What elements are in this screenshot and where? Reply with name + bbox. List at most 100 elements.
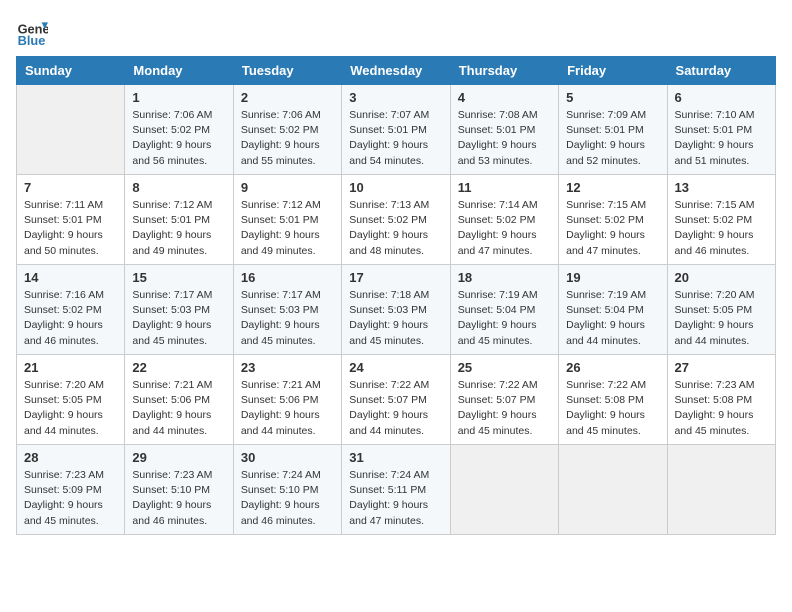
day-cell: 9 Sunrise: 7:12 AMSunset: 5:01 PMDaylight… — [233, 175, 341, 265]
day-number: 5 — [566, 90, 659, 105]
day-number: 9 — [241, 180, 334, 195]
weekday-header-sunday: Sunday — [17, 57, 125, 85]
day-detail: Sunrise: 7:22 AMSunset: 5:07 PMDaylight:… — [458, 378, 551, 439]
day-cell — [667, 445, 775, 535]
day-cell: 6 Sunrise: 7:10 AMSunset: 5:01 PMDaylight… — [667, 85, 775, 175]
weekday-header-friday: Friday — [559, 57, 667, 85]
svg-text:Blue: Blue — [18, 33, 46, 48]
day-cell — [17, 85, 125, 175]
logo: General Blue — [16, 16, 52, 48]
day-number: 10 — [349, 180, 442, 195]
week-row-2: 7 Sunrise: 7:11 AMSunset: 5:01 PMDaylight… — [17, 175, 776, 265]
day-detail: Sunrise: 7:16 AMSunset: 5:02 PMDaylight:… — [24, 288, 117, 349]
day-number: 23 — [241, 360, 334, 375]
day-cell — [450, 445, 558, 535]
day-detail: Sunrise: 7:15 AMSunset: 5:02 PMDaylight:… — [675, 198, 768, 259]
day-number: 18 — [458, 270, 551, 285]
day-number: 15 — [132, 270, 225, 285]
day-number: 13 — [675, 180, 768, 195]
day-detail: Sunrise: 7:13 AMSunset: 5:02 PMDaylight:… — [349, 198, 442, 259]
day-number: 20 — [675, 270, 768, 285]
day-cell: 3 Sunrise: 7:07 AMSunset: 5:01 PMDaylight… — [342, 85, 450, 175]
calendar-table: SundayMondayTuesdayWednesdayThursdayFrid… — [16, 56, 776, 535]
day-detail: Sunrise: 7:10 AMSunset: 5:01 PMDaylight:… — [675, 108, 768, 169]
day-number: 14 — [24, 270, 117, 285]
day-cell: 5 Sunrise: 7:09 AMSunset: 5:01 PMDaylight… — [559, 85, 667, 175]
day-number: 16 — [241, 270, 334, 285]
week-row-1: 1 Sunrise: 7:06 AMSunset: 5:02 PMDaylight… — [17, 85, 776, 175]
day-detail: Sunrise: 7:19 AMSunset: 5:04 PMDaylight:… — [566, 288, 659, 349]
day-detail: Sunrise: 7:12 AMSunset: 5:01 PMDaylight:… — [132, 198, 225, 259]
day-number: 8 — [132, 180, 225, 195]
day-cell: 11 Sunrise: 7:14 AMSunset: 5:02 PMDayligh… — [450, 175, 558, 265]
day-cell: 16 Sunrise: 7:17 AMSunset: 5:03 PMDayligh… — [233, 265, 341, 355]
day-detail: Sunrise: 7:12 AMSunset: 5:01 PMDaylight:… — [241, 198, 334, 259]
day-detail: Sunrise: 7:11 AMSunset: 5:01 PMDaylight:… — [24, 198, 117, 259]
calendar-header: SundayMondayTuesdayWednesdayThursdayFrid… — [17, 57, 776, 85]
day-number: 19 — [566, 270, 659, 285]
day-number: 7 — [24, 180, 117, 195]
week-row-5: 28 Sunrise: 7:23 AMSunset: 5:09 PMDayligh… — [17, 445, 776, 535]
day-detail: Sunrise: 7:19 AMSunset: 5:04 PMDaylight:… — [458, 288, 551, 349]
day-number: 6 — [675, 90, 768, 105]
day-number: 31 — [349, 450, 442, 465]
day-number: 26 — [566, 360, 659, 375]
logo-icon: General Blue — [16, 16, 48, 48]
day-number: 30 — [241, 450, 334, 465]
day-number: 27 — [675, 360, 768, 375]
day-number: 28 — [24, 450, 117, 465]
day-cell: 1 Sunrise: 7:06 AMSunset: 5:02 PMDaylight… — [125, 85, 233, 175]
day-detail: Sunrise: 7:08 AMSunset: 5:01 PMDaylight:… — [458, 108, 551, 169]
day-detail: Sunrise: 7:15 AMSunset: 5:02 PMDaylight:… — [566, 198, 659, 259]
day-number: 2 — [241, 90, 334, 105]
day-cell: 24Sunrise: 7:22 AMSunset: 5:07 PMDayligh… — [342, 355, 450, 445]
day-detail: Sunrise: 7:06 AMSunset: 5:02 PMDaylight:… — [241, 108, 334, 169]
weekday-header-tuesday: Tuesday — [233, 57, 341, 85]
day-number: 29 — [132, 450, 225, 465]
day-detail: Sunrise: 7:07 AMSunset: 5:01 PMDaylight:… — [349, 108, 442, 169]
day-detail: Sunrise: 7:06 AMSunset: 5:02 PMDaylight:… — [132, 108, 225, 169]
day-detail: Sunrise: 7:18 AMSunset: 5:03 PMDaylight:… — [349, 288, 442, 349]
day-number: 22 — [132, 360, 225, 375]
day-cell: 22 Sunrise: 7:21 AMSunset: 5:06 PMDayligh… — [125, 355, 233, 445]
page-header: General Blue — [16, 16, 776, 48]
weekday-header-monday: Monday — [125, 57, 233, 85]
day-cell: 10 Sunrise: 7:13 AMSunset: 5:02 PMDayligh… — [342, 175, 450, 265]
day-detail: Sunrise: 7:21 AMSunset: 5:06 PMDaylight:… — [241, 378, 334, 439]
day-detail: Sunrise: 7:23 AMSunset: 5:09 PMDaylight:… — [24, 468, 117, 529]
day-number: 21 — [24, 360, 117, 375]
day-cell: 23 Sunrise: 7:21 AMSunset: 5:06 PMDayligh… — [233, 355, 341, 445]
day-detail: Sunrise: 7:23 AMSunset: 5:10 PMDaylight:… — [132, 468, 225, 529]
day-cell: 27 Sunrise: 7:23 AMSunset: 5:08 PMDayligh… — [667, 355, 775, 445]
day-number: 11 — [458, 180, 551, 195]
day-cell: 8 Sunrise: 7:12 AMSunset: 5:01 PMDaylight… — [125, 175, 233, 265]
day-detail: Sunrise: 7:14 AMSunset: 5:02 PMDaylight:… — [458, 198, 551, 259]
day-detail: Sunrise: 7:09 AMSunset: 5:01 PMDaylight:… — [566, 108, 659, 169]
calendar-body: 1 Sunrise: 7:06 AMSunset: 5:02 PMDaylight… — [17, 85, 776, 535]
day-cell: 12 Sunrise: 7:15 AMSunset: 5:02 PMDayligh… — [559, 175, 667, 265]
day-cell: 31 Sunrise: 7:24 AMSunset: 5:11 PMDayligh… — [342, 445, 450, 535]
weekday-header-saturday: Saturday — [667, 57, 775, 85]
day-cell: 19 Sunrise: 7:19 AMSunset: 5:04 PMDayligh… — [559, 265, 667, 355]
day-detail: Sunrise: 7:24 AMSunset: 5:10 PMDaylight:… — [241, 468, 334, 529]
day-number: 3 — [349, 90, 442, 105]
day-number: 17 — [349, 270, 442, 285]
day-detail: Sunrise: 7:24 AMSunset: 5:11 PMDaylight:… — [349, 468, 442, 529]
week-row-4: 21Sunrise: 7:20 AMSunset: 5:05 PMDayligh… — [17, 355, 776, 445]
day-number: 25 — [458, 360, 551, 375]
day-number: 1 — [132, 90, 225, 105]
day-cell: 4Sunrise: 7:08 AMSunset: 5:01 PMDaylight… — [450, 85, 558, 175]
day-cell: 21Sunrise: 7:20 AMSunset: 5:05 PMDayligh… — [17, 355, 125, 445]
week-row-3: 14 Sunrise: 7:16 AMSunset: 5:02 PMDayligh… — [17, 265, 776, 355]
day-detail: Sunrise: 7:17 AMSunset: 5:03 PMDaylight:… — [241, 288, 334, 349]
day-cell: 20Sunrise: 7:20 AMSunset: 5:05 PMDayligh… — [667, 265, 775, 355]
day-cell — [559, 445, 667, 535]
day-cell: 30 Sunrise: 7:24 AMSunset: 5:10 PMDayligh… — [233, 445, 341, 535]
day-number: 12 — [566, 180, 659, 195]
day-detail: Sunrise: 7:21 AMSunset: 5:06 PMDaylight:… — [132, 378, 225, 439]
day-cell: 17 Sunrise: 7:18 AMSunset: 5:03 PMDayligh… — [342, 265, 450, 355]
day-cell: 29 Sunrise: 7:23 AMSunset: 5:10 PMDayligh… — [125, 445, 233, 535]
day-cell: 7 Sunrise: 7:11 AMSunset: 5:01 PMDaylight… — [17, 175, 125, 265]
day-cell: 18 Sunrise: 7:19 AMSunset: 5:04 PMDayligh… — [450, 265, 558, 355]
day-detail: Sunrise: 7:23 AMSunset: 5:08 PMDaylight:… — [675, 378, 768, 439]
